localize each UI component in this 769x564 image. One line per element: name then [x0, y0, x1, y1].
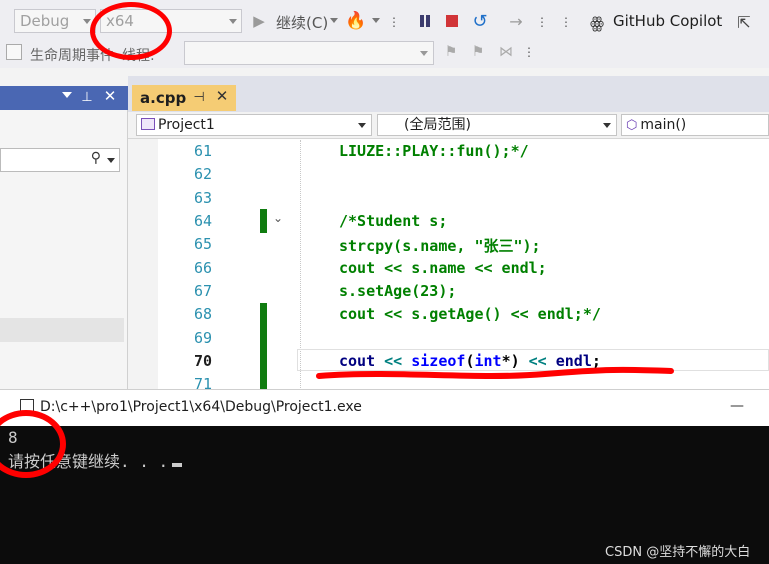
flag-filter-icon[interactable]: ⚑ — [470, 43, 486, 61]
scope-value: (全局范围) — [404, 117, 471, 133]
console-cursor — [172, 463, 183, 467]
lifecycle-icon — [6, 44, 22, 60]
line-number: 68 — [193, 305, 212, 323]
pause-icon[interactable] — [418, 14, 432, 28]
code-line: LIUZE::PLAY::fun();*/ — [339, 142, 529, 160]
configuration-dropdown[interactable]: Debug — [14, 9, 96, 33]
line-number: 64 — [193, 212, 212, 230]
solution-explorer-panel — [0, 86, 128, 391]
thread-dropdown[interactable] — [184, 41, 434, 65]
stop-icon[interactable] — [445, 14, 459, 28]
flag-icon[interactable]: ⚑ — [443, 43, 459, 61]
search-icon[interactable]: ⚲ — [91, 150, 101, 166]
project-dropdown[interactable]: Project1 — [136, 114, 372, 136]
chevron-down-icon[interactable] — [330, 18, 338, 26]
solution-search-input[interactable]: ⚲ — [0, 148, 120, 172]
hot-reload-icon[interactable]: 🔥 — [345, 10, 367, 32]
copilot-icon: ꙮ — [589, 12, 605, 32]
chevron-down-icon — [229, 19, 237, 24]
chevron-down-icon — [420, 51, 428, 56]
line-number: 69 — [193, 329, 212, 347]
minimize-button[interactable]: — — [730, 398, 744, 414]
indicator-margin — [128, 139, 158, 391]
chevron-down-icon — [83, 19, 91, 24]
toolbar-grip-icon: ⋮ — [388, 15, 400, 29]
step-over-icon[interactable]: ⋮ — [559, 10, 573, 34]
change-marker — [260, 303, 267, 389]
step-into-icon[interactable]: ⋮ — [535, 10, 549, 34]
thread-switch-icon[interactable]: ⋈ — [496, 43, 516, 61]
configuration-value: Debug — [20, 12, 70, 30]
pin-icon[interactable]: ⊥ — [80, 89, 94, 105]
chevron-down-icon — [358, 123, 366, 128]
member-dropdown[interactable]: ⬡ main() — [621, 114, 769, 136]
line-number: 65 — [193, 235, 212, 253]
annotation-circle-platform — [90, 2, 172, 60]
chevron-down-icon — [603, 123, 611, 128]
watermark: CSDN @坚持不懈的大白 — [605, 545, 751, 560]
continue-button[interactable]: 继续(C) — [276, 12, 328, 33]
chevron-down-icon[interactable] — [107, 158, 115, 163]
play-icon[interactable]: ▶ — [250, 12, 268, 30]
show-next-statement-icon[interactable]: → — [506, 11, 526, 31]
line-number: 66 — [193, 259, 212, 277]
code-line: /*Student s; — [339, 212, 448, 230]
code-line: cout << s.getAge() << endl;*/ — [339, 305, 601, 323]
chevron-down-icon[interactable] — [62, 92, 72, 102]
line-number: 62 — [193, 165, 212, 183]
collapse-chevron-icon[interactable]: ⌄ — [271, 211, 285, 225]
console-title: D:\c++\pro1\Project1\x64\Debug\Project1.… — [40, 399, 362, 415]
tree-selected-row[interactable] — [0, 318, 124, 342]
restart-icon[interactable]: ↺ — [470, 11, 490, 32]
annotation-underline — [315, 364, 675, 386]
cpp-project-icon — [141, 118, 155, 130]
change-marker — [260, 209, 267, 233]
line-number: 61 — [193, 142, 212, 160]
toolbar-grip-icon: ⋮ — [523, 45, 535, 59]
project-value: Project1 — [158, 117, 215, 133]
github-copilot-button[interactable]: GitHub Copilot — [613, 12, 722, 30]
code-line: strcpy(s.name, "张三"); — [339, 237, 541, 255]
chevron-down-icon[interactable] — [372, 18, 380, 26]
scope-dropdown[interactable]: (全局范围) — [377, 114, 617, 136]
tab-label: a.cpp — [140, 89, 187, 107]
line-number: 67 — [193, 282, 212, 300]
share-icon[interactable]: ⇱ — [734, 12, 754, 32]
member-value: main() — [640, 117, 687, 133]
line-number-current: 70 — [193, 352, 212, 370]
function-icon: ⬡ — [626, 118, 638, 133]
code-line: s.setAge(23); — [339, 282, 457, 300]
code-line: cout << s.name << endl; — [339, 259, 547, 277]
close-icon[interactable]: ✕ — [102, 87, 118, 105]
pin-icon[interactable]: ⊣ — [192, 89, 206, 105]
close-icon[interactable]: ✕ — [214, 87, 230, 105]
line-number: 63 — [193, 189, 212, 207]
